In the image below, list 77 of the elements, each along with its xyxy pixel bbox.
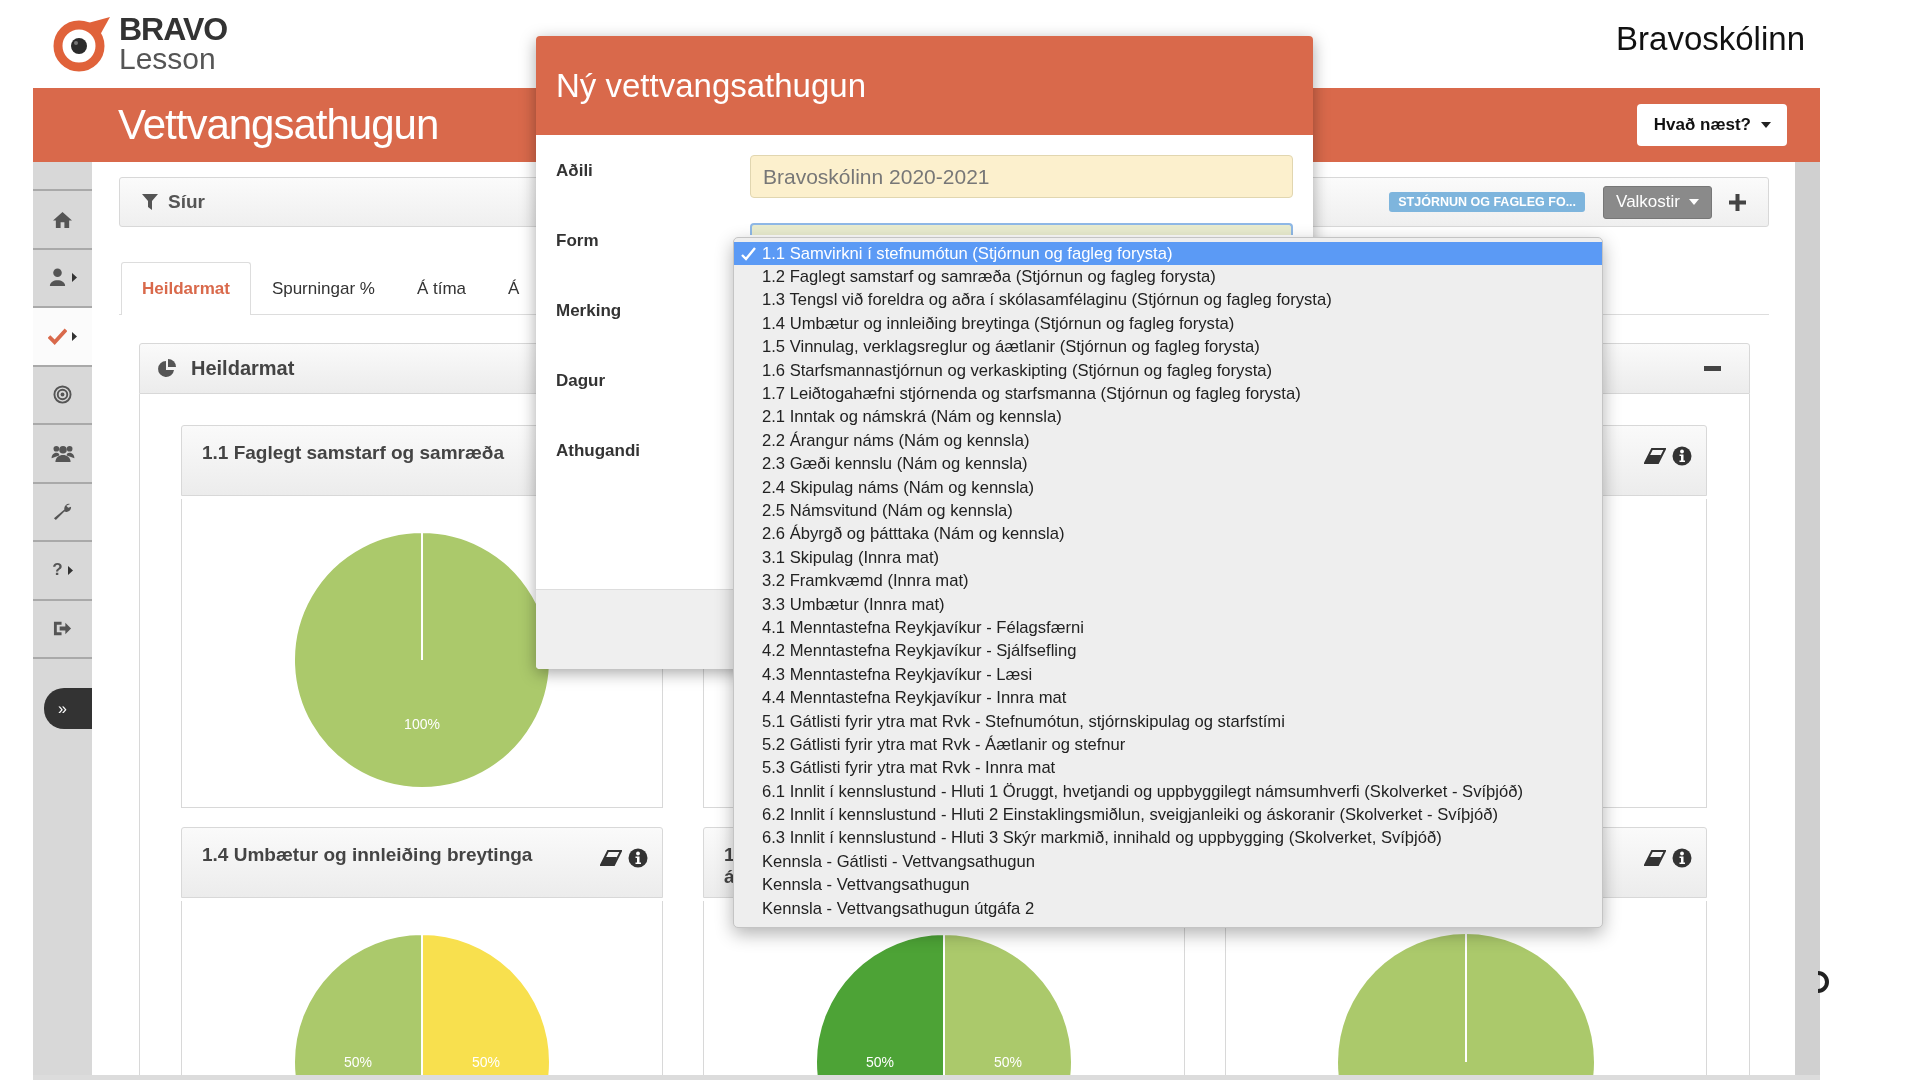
next-step-button[interactable]: Hvað næst? <box>1636 104 1787 146</box>
dropdown-option[interactable]: 6.3 Innlit í kennslustund - Hluti 3 Skýr markmið, innihald og uppbygging (Skolverket, Svíþjóð) <box>734 826 1602 851</box>
dropdown-option[interactable]: 5.2 Gátlisti fyrir ytra mat Rvk - Áætlanir og stefnur <box>734 733 1602 757</box>
dropdown-option[interactable]: 2.6 Ábyrgð og þátttaka (Nám og kennsla) <box>734 522 1602 547</box>
dropdown-option[interactable]: 5.1 Gátlisti fyrir ytra mat Rvk - Stefnumótun, stjórnskipulag og starfstími <box>734 709 1602 734</box>
dropdown-option[interactable]: 3.2 Framkvæmd (Innra mat) <box>734 569 1602 593</box>
field-label: Athugandi <box>556 440 642 461</box>
field-label: Merking <box>556 300 623 321</box>
logo-text: BRAVO <box>119 14 228 44</box>
checkmark-icon <box>741 246 756 261</box>
dropdown-option[interactable]: 5.3 Gátlisti fyrir ytra mat Rvk - Innra mat <box>734 756 1602 780</box>
dropdown-option[interactable]: 2.2 Árangur náms (Nám og kennsla) <box>734 429 1602 453</box>
school-name: Bravoskólinn <box>1616 20 1805 58</box>
dropdown-option[interactable]: 1.3 Tengsl við foreldra og aðra í skólasamfélaginu (Stjórnun og fagleg forysta) <box>734 288 1602 313</box>
caret-icon <box>1761 122 1771 128</box>
filter-title: Síur <box>168 191 205 213</box>
slice-label: 100% <box>404 716 440 732</box>
dropdown-option[interactable]: 3.1 Skipulag (Innra mat) <box>734 546 1602 570</box>
plus-icon[interactable] <box>1729 193 1746 211</box>
dropdown-option[interactable]: 2.3 Gæði kennslu (Nám og kennsla) <box>734 452 1602 476</box>
eraser-icon[interactable] <box>1644 850 1666 866</box>
checkmark-icon <box>48 326 67 346</box>
dropdown-option[interactable]: 2.1 Inntak og námskrá (Nám og kennsla) <box>734 405 1602 430</box>
slice-label: 50% <box>472 1054 500 1070</box>
slice-label: 50% <box>866 1054 894 1070</box>
filter-tag: STJÓRNUN OG FAGLEG FO... <box>1389 192 1586 212</box>
card-title: 1.1 Faglegt samstarf og samræða <box>202 442 504 464</box>
tab[interactable]: Spurningar % <box>271 263 375 315</box>
input-field[interactable]: Bravoskólinn 2020-2021 <box>750 155 1293 198</box>
tab[interactable]: Á <box>508 263 520 315</box>
dropdown-option[interactable]: 4.3 Menntastefna Reykjavíkur - Læsi <box>734 663 1602 687</box>
slice-label: 50% <box>344 1054 372 1070</box>
field-label: Aðili <box>556 160 594 181</box>
page-title: Vettvangsathugun <box>118 101 439 149</box>
dropdown-option[interactable]: Kennsla - Vettvangsathugun útgáfa 2 <box>734 896 1602 921</box>
tab[interactable]: Á tíma <box>416 263 466 315</box>
sidebar-item[interactable]: ? <box>33 542 92 601</box>
target-icon <box>53 385 72 405</box>
eraser-icon[interactable] <box>600 850 622 866</box>
dropdown-option[interactable]: Kennsla - Vettvangsathugun <box>734 873 1602 897</box>
panel-title: Heildarmat <box>191 357 295 380</box>
select-field[interactable] <box>750 223 1293 235</box>
dropdown-option[interactable]: 1.6 Starfsmannastjórnun og verkaskipting (Stjórnun og fagleg forysta) <box>734 358 1602 383</box>
sidebar-item[interactable] <box>33 308 92 367</box>
card-title: á <box>724 866 735 888</box>
card-title: 1 <box>724 844 735 866</box>
dropdown-option[interactable]: 1.5 Vinnulag, verklagsreglur og áætlanir (Stjórnun og fagleg forysta) <box>734 335 1602 359</box>
card-title: 1.4 Umbætur og innleiðing breytinga <box>202 844 533 866</box>
dropdown-option[interactable]: 1.4 Umbætur og innleiðing breytinga (Stjórnun og fagleg forysta) <box>734 312 1602 336</box>
info-icon[interactable] <box>1672 848 1692 868</box>
eraser-icon[interactable] <box>1644 448 1666 464</box>
user-icon <box>48 268 67 288</box>
filter-icon <box>142 194 158 210</box>
dropdown-option[interactable]: 4.4 Menntastefna Reykjavíkur - Innra mat <box>734 686 1602 710</box>
dropdown-option[interactable]: 2.4 Skipulag náms (Nám og kennsla) <box>734 475 1602 500</box>
slice-label: 50% <box>994 1054 1022 1070</box>
dropdown-option[interactable]: Kennsla - Gátlisti - Vettvangsathugun <box>734 850 1602 874</box>
caret-icon <box>1689 199 1699 205</box>
field-label: Dagur <box>556 370 607 391</box>
dropdown-option[interactable]: 4.1 Menntastefna Reykjavíkur - Félagsfærni <box>734 616 1602 640</box>
users-icon <box>50 443 75 463</box>
dropdown-option[interactable]: 4.2 Menntastefna Reykjavíkur - Sjálfsefling <box>734 639 1602 664</box>
dropdown-option[interactable]: 6.1 Innlit í kennslustund - Hluti 1 Öruggt, hvetjandi og uppbyggilegt námsumhverfi (Skolverket - Svíþjóð) <box>734 780 1602 804</box>
dropdown-option[interactable]: 6.2 Innlit í kennslustund - Hluti 2 Einstaklingsmiðlun, sveigjanleiki og áskoranir (Skolverket - Svíþjóð) <box>734 803 1602 827</box>
info-icon[interactable] <box>1672 446 1692 466</box>
pie-chart-icon <box>157 358 177 379</box>
dropdown-option[interactable]: 1.2 Faglegt samstarf og samræða (Stjórnun og fagleg forysta) <box>734 265 1602 289</box>
dropdown-option[interactable]: 2.5 Námsvitund (Nám og kennsla) <box>734 499 1602 523</box>
wrench-icon <box>53 502 72 522</box>
dropdown-option[interactable]: 1.7 Leiðtogahæfni stjórnenda og starfsmanna (Stjórnun og fagleg forysta) <box>734 382 1602 406</box>
modal-title: Ný vettvangsathugun <box>556 66 867 105</box>
dropdown-option[interactable]: 3.3 Umbætur (Innra mat) <box>734 592 1602 617</box>
home-icon <box>53 209 72 229</box>
info-icon[interactable] <box>628 848 648 868</box>
logo-text: Lesson <box>119 44 217 74</box>
field-label: Form <box>556 230 600 251</box>
expand-button[interactable]: » <box>44 688 92 729</box>
